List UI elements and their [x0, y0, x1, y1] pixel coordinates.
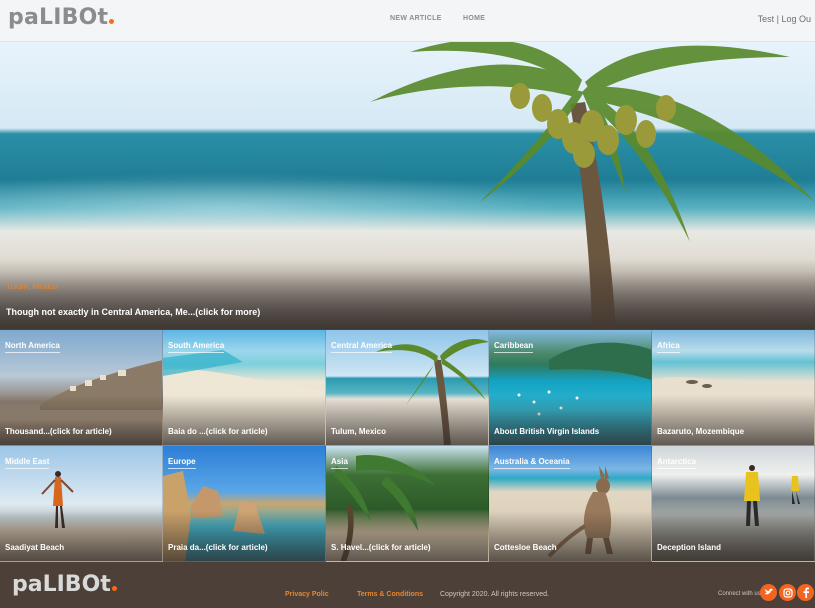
- tile-shade: [652, 395, 814, 445]
- tile-shade: [489, 395, 651, 445]
- region-tile-north-america[interactable]: North America Thousand...(click for arti…: [0, 330, 163, 446]
- region-label: Central America: [331, 341, 393, 353]
- facebook-icon[interactable]: [797, 584, 814, 601]
- region-tile-south-america[interactable]: South America Baia do ...(click for arti…: [163, 330, 326, 446]
- region-label: Australia & Oceania: [494, 457, 570, 469]
- article-caption[interactable]: Bazaruto, Mozembique: [657, 427, 744, 436]
- tile-shade: [489, 511, 651, 561]
- logo-dot: [109, 19, 115, 24]
- tile-shade: [326, 511, 488, 561]
- logout-link[interactable]: Log Ou: [781, 14, 811, 24]
- article-caption[interactable]: Thousand...(click for article): [5, 427, 112, 436]
- username-link[interactable]: Test: [758, 14, 775, 24]
- region-label: North America: [5, 341, 60, 353]
- tile-shade: [163, 511, 325, 561]
- connect-label: Connect with us: [718, 591, 761, 597]
- article-caption[interactable]: Cottesloe Beach: [494, 543, 557, 552]
- region-tile-asia[interactable]: Asia S. Havel...(click for article): [326, 446, 489, 562]
- region-tile-central-america[interactable]: Central America Tulum, Mexico: [326, 330, 489, 446]
- article-caption[interactable]: S. Havel...(click for article): [331, 543, 431, 552]
- region-label: South America: [168, 341, 225, 353]
- instagram-icon[interactable]: [779, 584, 796, 601]
- region-label: Middle East: [5, 457, 50, 469]
- tile-shade: [0, 395, 162, 445]
- user-separator: |: [776, 14, 779, 24]
- region-tile-middle-east[interactable]: Middle East Saadiyat Beach: [0, 446, 163, 562]
- region-tile-antarctica[interactable]: Antarctica Deception Island: [652, 446, 815, 562]
- copyright-text: Copyright 2020. All rights reserved.: [440, 591, 549, 598]
- region-grid: North America Thousand...(click for arti…: [0, 330, 815, 562]
- site-logo[interactable]: paLIBOt: [8, 5, 115, 30]
- article-caption[interactable]: Deception Island: [657, 543, 721, 552]
- region-tile-europe[interactable]: Europe Praia da...(click for article): [163, 446, 326, 562]
- tile-shade: [326, 395, 488, 445]
- footer-logo[interactable]: paLIBOt: [12, 572, 117, 597]
- twitter-bird-glyph: [764, 588, 773, 595]
- twitter-icon[interactable]: [760, 584, 777, 601]
- region-label: Caribbean: [494, 341, 534, 353]
- facebook-glyph: [803, 587, 809, 598]
- instagram-glyph: [782, 587, 793, 598]
- article-caption[interactable]: Baia do ...(click for article): [168, 427, 268, 436]
- hero-caption-link[interactable]: Though not exactly in Central America, M…: [6, 307, 260, 317]
- tile-shade: [163, 395, 325, 445]
- top-navbar: paLIBOt NEW ARTICLE HOME Test | Log Ou: [0, 0, 815, 42]
- region-label: Africa: [657, 341, 680, 353]
- terms-conditions-link[interactable]: Terms & Conditions: [357, 591, 423, 598]
- region-tile-australia-oceania[interactable]: Australia & Oceania Cottesloe Beach: [489, 446, 652, 562]
- user-menu: Test | Log Ou: [758, 14, 811, 24]
- article-caption[interactable]: About British Virgin Islands: [494, 427, 599, 436]
- privacy-policy-link[interactable]: Privacy Polic: [285, 591, 329, 598]
- region-label: Europe: [168, 457, 196, 469]
- region-label: Antarctica: [657, 457, 697, 469]
- article-caption[interactable]: Saadiyat Beach: [5, 543, 64, 552]
- hero-shade: [0, 259, 815, 329]
- footer: paLIBOt Privacy Polic Terms & Conditions…: [0, 562, 815, 608]
- article-caption[interactable]: Praia da...(click for article): [168, 543, 268, 552]
- tile-shade: [652, 511, 814, 561]
- nav-new-article[interactable]: NEW ARTICLE: [390, 15, 442, 22]
- hero-location-tag[interactable]: Tulum, Mexico: [6, 282, 58, 291]
- tile-shade: [0, 511, 162, 561]
- logo-dot: [111, 586, 117, 591]
- region-tile-caribbean[interactable]: Caribbean About British Virgin Islands: [489, 330, 652, 446]
- hero-banner[interactable]: [0, 42, 815, 329]
- nav-home[interactable]: HOME: [463, 15, 485, 22]
- article-caption[interactable]: Tulum, Mexico: [331, 427, 386, 436]
- region-label: Asia: [331, 457, 348, 469]
- region-tile-africa[interactable]: Africa Bazaruto, Mozembique: [652, 330, 815, 446]
